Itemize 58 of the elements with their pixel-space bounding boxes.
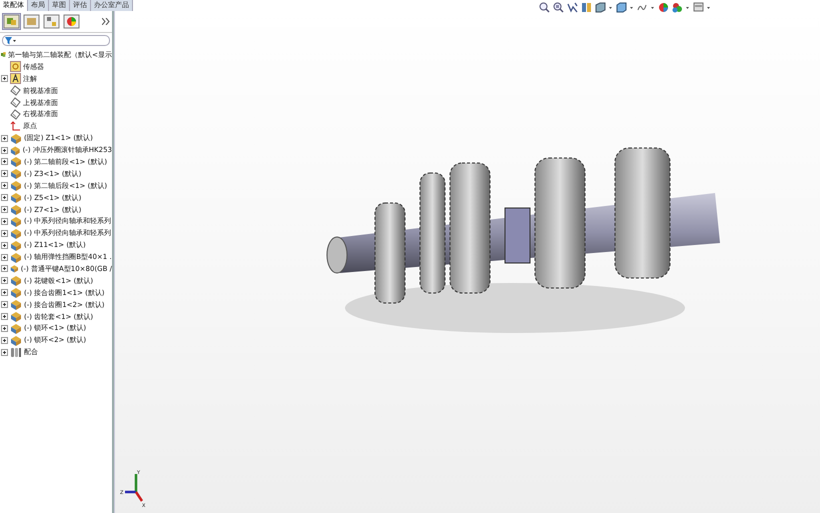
part-icon [10, 287, 22, 298]
configuration-icon[interactable] [42, 13, 61, 30]
part-icon [10, 216, 22, 227]
plane-icon [10, 85, 21, 96]
expand-icon[interactable] [1, 146, 8, 154]
expand-icon[interactable] [1, 277, 8, 284]
display-style-icon[interactable] [616, 2, 634, 13]
expand-icon[interactable] [1, 230, 8, 237]
part-icon [10, 334, 22, 346]
part-icon [10, 144, 21, 156]
property-icon[interactable] [22, 13, 41, 30]
mates-icon [10, 346, 22, 358]
part-icon [10, 240, 22, 251]
zoom-area-icon[interactable] [553, 2, 564, 13]
filter-field[interactable] [2, 35, 110, 46]
expand-icon[interactable] [1, 75, 8, 82]
zoom-fit-icon[interactable] [539, 2, 550, 13]
filter-icon [5, 36, 16, 44]
part-icon [10, 299, 22, 310]
expand-icon[interactable] [1, 194, 8, 202]
appearance-icon[interactable] [658, 2, 669, 13]
part-icon [10, 132, 22, 144]
expand-icon[interactable] [1, 348, 8, 356]
part-icon [10, 275, 22, 286]
origin-icon [10, 120, 21, 132]
part-icon [10, 180, 22, 192]
display-pane-icon[interactable] [693, 2, 711, 13]
part-icon [10, 204, 22, 216]
expand-icon[interactable] [1, 206, 8, 214]
expand-icon[interactable] [1, 158, 8, 166]
annotation-icon [10, 73, 21, 84]
part-icon [10, 156, 22, 168]
part-icon [10, 168, 22, 180]
expand-icon[interactable] [1, 242, 8, 249]
part-icon [10, 311, 22, 322]
plane-icon [10, 97, 21, 108]
expand-icon[interactable] [1, 324, 8, 332]
view-orientation-icon[interactable] [595, 2, 613, 13]
part-icon [10, 228, 22, 239]
expand-icon[interactable] [1, 289, 8, 296]
appearance-icon[interactable] [62, 13, 81, 30]
part-icon [10, 322, 22, 334]
expand-icon[interactable] [1, 182, 8, 190]
part-icon [10, 252, 22, 263]
expand-icon[interactable] [1, 254, 8, 261]
part-icon [10, 263, 19, 274]
expand-icon[interactable] [1, 336, 8, 344]
expand-icon[interactable] [1, 170, 8, 178]
expand-icon[interactable] [1, 218, 8, 225]
feature-tree-icon[interactable] [2, 13, 21, 30]
expand-icon[interactable] [1, 301, 8, 308]
plane-icon [10, 108, 21, 120]
chevron-right-icon[interactable] [102, 18, 110, 25]
expand-icon[interactable] [1, 134, 8, 142]
sensor-icon [10, 61, 21, 72]
expand-icon[interactable] [1, 313, 8, 320]
expand-icon[interactable] [1, 265, 8, 272]
part-icon [10, 192, 22, 204]
